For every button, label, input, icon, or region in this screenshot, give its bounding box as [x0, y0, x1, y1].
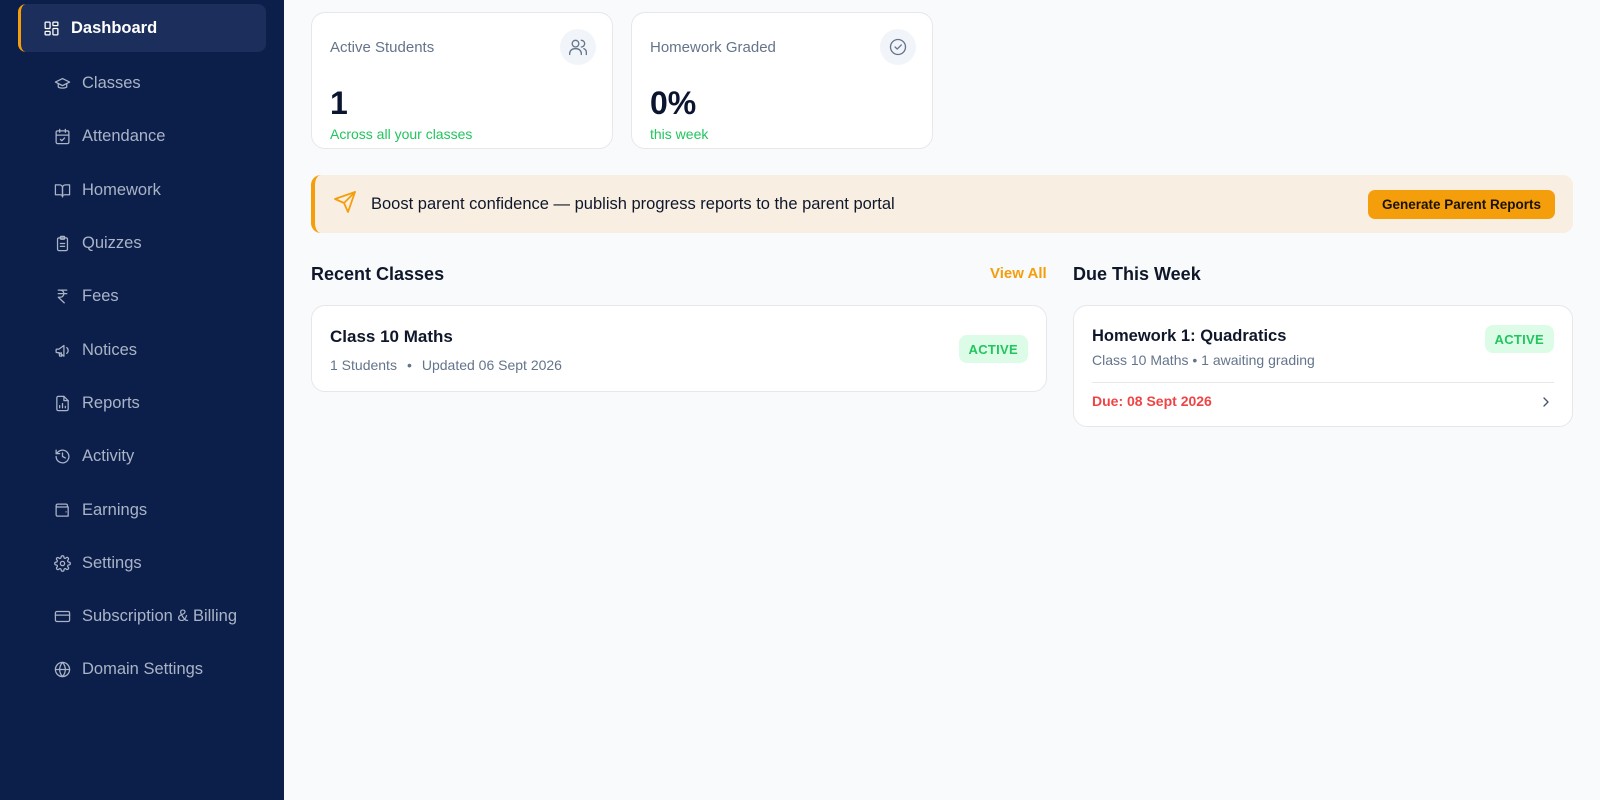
- stat-subtext: Across all your classes: [330, 126, 473, 142]
- sidebar-item-notices[interactable]: Notices: [18, 323, 266, 376]
- banner-text: Boost parent confidence — publish progre…: [371, 194, 895, 213]
- sidebar-item-domain-settings[interactable]: Domain Settings: [18, 643, 266, 696]
- sidebar-item-homework[interactable]: Homework: [18, 164, 266, 217]
- book-open-icon: [52, 180, 72, 200]
- sidebar-item-label: Settings: [82, 553, 142, 572]
- class-name: Class 10 Maths: [330, 327, 453, 346]
- class-meta: 1 Students • Updated 06 Sept 2026: [330, 357, 562, 373]
- stat-label: Homework Graded: [650, 39, 776, 56]
- send-icon: [333, 190, 357, 219]
- sidebar-item-label: Fees: [82, 287, 119, 306]
- graduation-cap-icon: [52, 74, 72, 94]
- homework-meta: Class 10 Maths • 1 awaiting grading: [1092, 352, 1315, 368]
- sidebar-item-reports[interactable]: Reports: [18, 377, 266, 430]
- due-this-week-title: Due This Week: [1073, 264, 1201, 284]
- sidebar-item-label: Attendance: [82, 127, 166, 146]
- sidebar-item-classes[interactable]: Classes: [18, 57, 266, 110]
- sidebar-item-label: Domain Settings: [82, 660, 204, 679]
- stat-value: 1: [330, 85, 348, 121]
- sidebar-item-label: Dashboard: [71, 18, 158, 37]
- main-content: Active Students 1 Across all your classe…: [284, 0, 1600, 800]
- stat-label: Active Students: [330, 39, 435, 56]
- recent-classes-title: Recent Classes: [311, 264, 445, 284]
- sidebar-item-activity[interactable]: Activity: [18, 430, 266, 483]
- sidebar: Dashboard Classes Attendance Homework Qu…: [0, 0, 284, 800]
- homework-name: Homework 1: Quadratics: [1092, 327, 1287, 345]
- sidebar-item-label: Notices: [82, 340, 138, 359]
- due-date: Due: 08 Sept 2026: [1092, 393, 1212, 409]
- sidebar-item-settings[interactable]: Settings: [18, 537, 266, 590]
- student-count: 1 Students: [330, 357, 397, 373]
- class-card[interactable]: Class 10 Maths 1 Students • Updated 06 Sep…: [311, 305, 1047, 392]
- status-badge: ACTIVE: [958, 335, 1028, 363]
- parent-reports-banner: Boost parent confidence — publish progre…: [311, 175, 1573, 233]
- sidebar-item-label: Classes: [82, 74, 141, 93]
- stat-subtext: this week: [650, 126, 709, 142]
- megaphone-icon: [52, 340, 72, 360]
- users-icon: [560, 29, 596, 65]
- status-badge: ACTIVE: [1484, 325, 1554, 353]
- sidebar-item-quizzes[interactable]: Quizzes: [18, 217, 266, 270]
- rupee-icon: [52, 287, 72, 307]
- gear-icon: [52, 553, 72, 573]
- view-all-link[interactable]: View All: [990, 265, 1047, 282]
- file-chart-icon: [52, 393, 72, 413]
- check-circle-icon: [880, 29, 916, 65]
- updated-date: Updated 06 Sept 2026: [421, 357, 562, 373]
- divider: [1092, 382, 1554, 383]
- globe-icon: [52, 660, 72, 680]
- sidebar-item-earnings[interactable]: Earnings: [18, 483, 266, 536]
- sidebar-item-dashboard[interactable]: Dashboard: [18, 4, 266, 52]
- sidebar-item-label: Activity: [82, 447, 135, 466]
- separator-dot: •: [406, 357, 412, 373]
- sidebar-item-label: Quizzes: [82, 234, 142, 253]
- chevron-right-icon[interactable]: [1538, 394, 1554, 410]
- sidebar-item-subscription-billing[interactable]: Subscription & Billing: [18, 590, 266, 643]
- credit-card-icon: [52, 607, 72, 627]
- stat-card-active-students: Active Students 1 Across all your classe…: [311, 12, 613, 149]
- sidebar-item-label: Homework: [82, 180, 161, 199]
- sidebar-item-attendance[interactable]: Attendance: [18, 110, 266, 163]
- sidebar-item-label: Reports: [82, 393, 140, 412]
- dashboard-icon: [41, 18, 61, 38]
- calendar-check-icon: [52, 127, 72, 147]
- sidebar-item-label: Subscription & Billing: [82, 607, 237, 626]
- homework-due-card[interactable]: Homework 1: Quadratics Class 10 Maths • …: [1073, 305, 1573, 427]
- history-icon: [52, 447, 72, 467]
- stat-card-homework-graded: Homework Graded 0% this week: [631, 12, 933, 149]
- stat-value: 0%: [650, 85, 697, 121]
- sidebar-item-fees[interactable]: Fees: [18, 270, 266, 323]
- generate-parent-reports-button[interactable]: Generate Parent Reports: [1367, 190, 1555, 219]
- sidebar-item-label: Earnings: [82, 500, 148, 519]
- wallet-icon: [52, 500, 72, 520]
- clipboard-icon: [52, 234, 72, 254]
